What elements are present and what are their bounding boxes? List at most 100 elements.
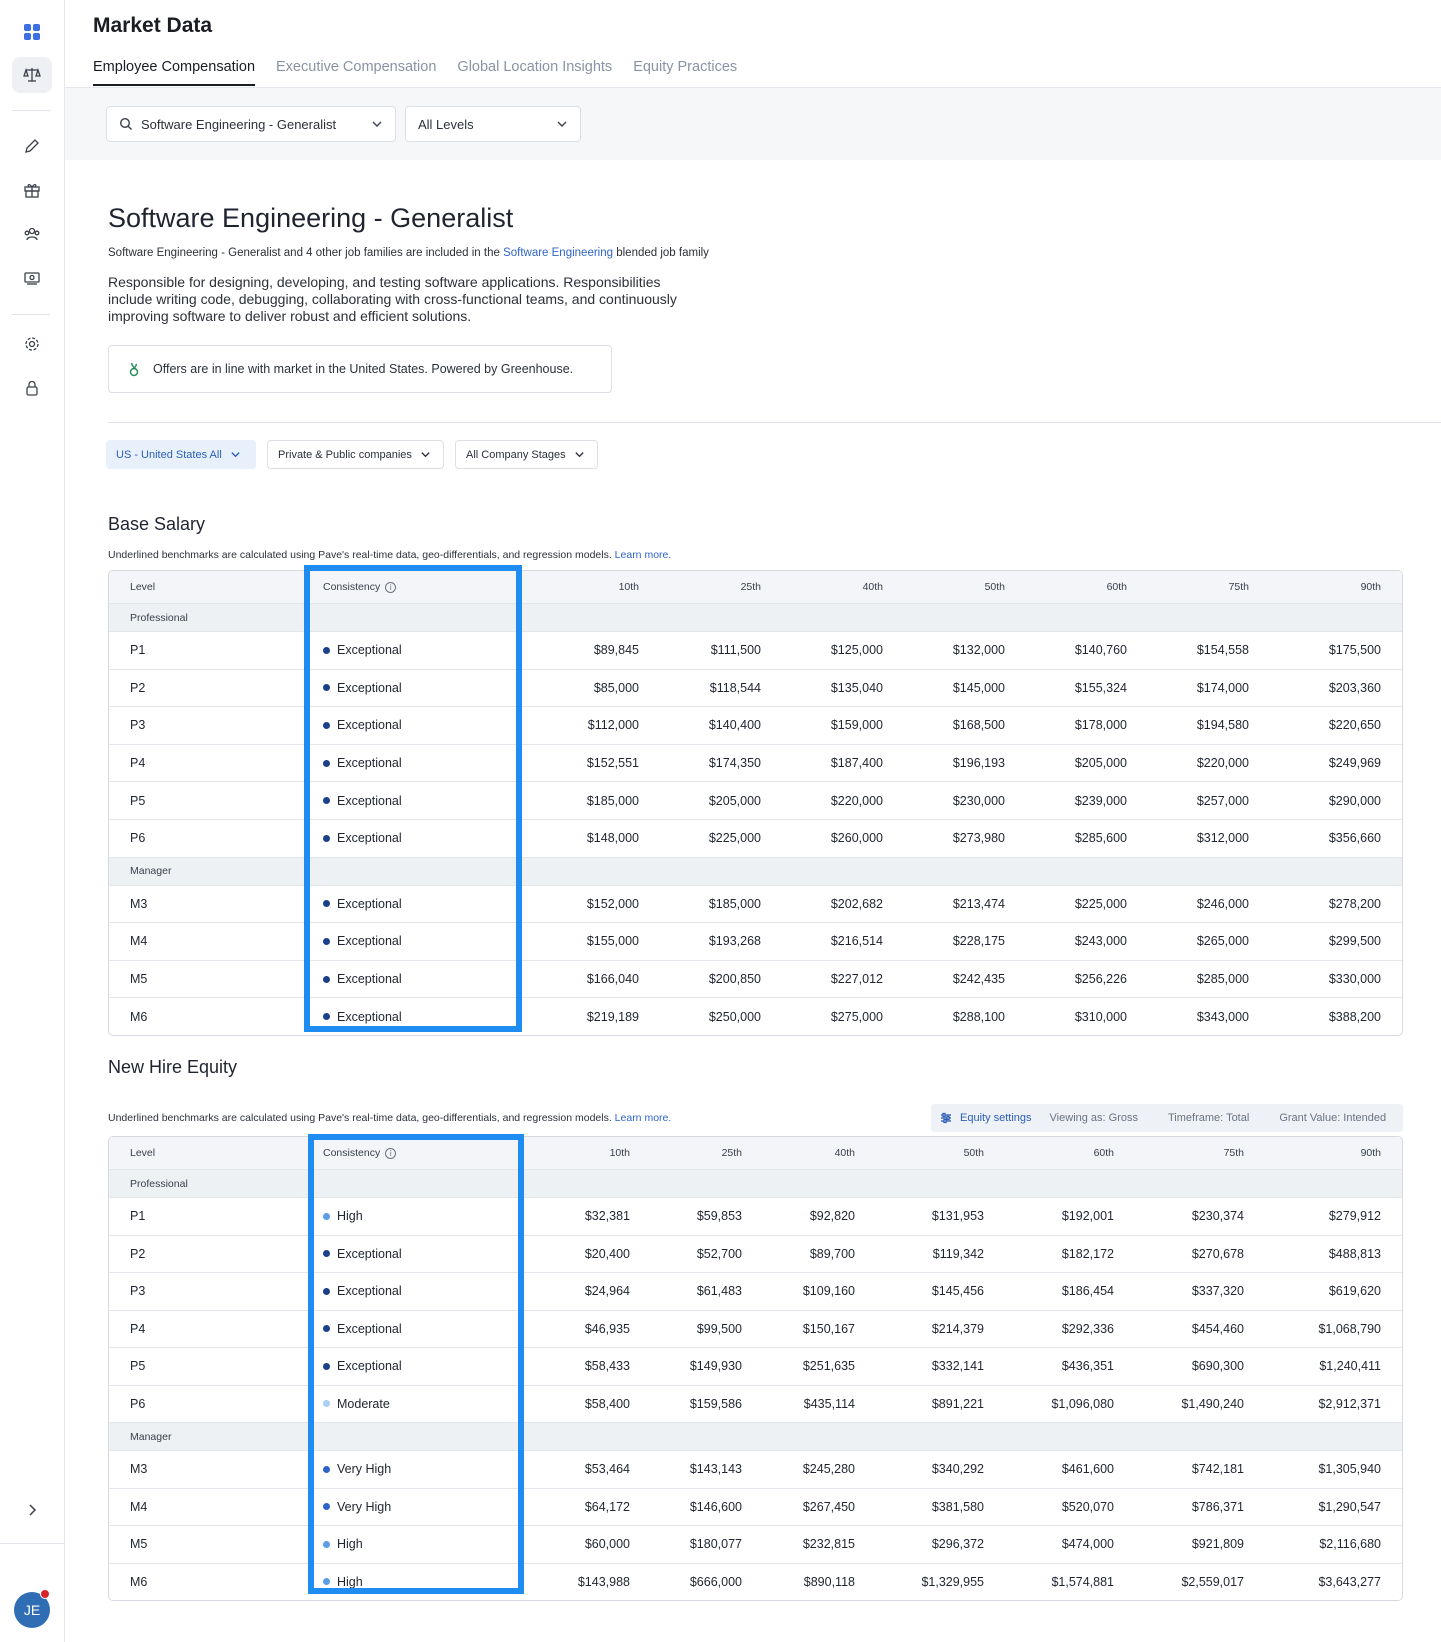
value-cell-90th: $220,650 <box>1328 718 1381 733</box>
level-cell: M3 <box>130 1462 148 1477</box>
table-row: P1 High $32,381 $59,853 $92,820 $131,953 $192,… <box>109 1197 1402 1235</box>
level-cell: P1 <box>130 1209 146 1224</box>
value-cell-50th: $340,292 <box>931 1462 984 1477</box>
value-cell-25th: $59,853 <box>696 1209 742 1224</box>
column-header-60th: 60th <box>1093 1147 1114 1159</box>
money-icon[interactable] <box>12 260 52 296</box>
job-family-select[interactable]: Software Engineering - Generalist <box>106 106 396 142</box>
value-cell-50th: $273,980 <box>952 831 1005 846</box>
learn-more-link[interactable]: Learn more. <box>615 549 672 561</box>
value-cell-10th: $58,400 <box>584 1396 630 1411</box>
value-cell-50th: $1,329,955 <box>921 1574 984 1589</box>
value-cell-25th: $146,600 <box>689 1499 742 1514</box>
group-row-manager: Manager <box>109 856 1402 885</box>
value-cell-40th: $159,000 <box>830 718 883 733</box>
table-row: M6 Exceptional $219,189 $250,000 $275,000 $28… <box>109 997 1402 1035</box>
gift-icon[interactable] <box>12 172 52 208</box>
value-cell-75th: $454,460 <box>1191 1321 1244 1336</box>
value-cell-40th: $150,167 <box>802 1321 855 1336</box>
blended-family-link[interactable]: Software Engineering <box>503 247 613 259</box>
value-cell-60th: $186,454 <box>1061 1284 1114 1299</box>
value-cell-10th: $85,000 <box>593 680 639 695</box>
table-row: M3 Very High $53,464 $143,143 $245,280 $340,2… <box>109 1450 1402 1488</box>
value-cell-60th: $310,000 <box>1074 1009 1127 1024</box>
column-header-60th: 60th <box>1106 581 1127 593</box>
tab-employee-compensation[interactable]: Employee Compensation <box>93 59 256 86</box>
value-cell-90th: $1,240,411 <box>1319 1359 1381 1374</box>
team-icon[interactable] <box>12 216 52 252</box>
value-cell-75th: $690,300 <box>1191 1359 1244 1374</box>
value-cell-10th: $155,000 <box>586 934 639 949</box>
value-cell-60th: $205,000 <box>1074 756 1127 771</box>
level-cell: M6 <box>130 1574 148 1589</box>
tab-executive-compensation[interactable]: Executive Compensation <box>276 59 436 86</box>
search-icon <box>119 117 132 130</box>
value-cell-50th: $230,000 <box>952 793 1005 808</box>
value-cell-25th: $143,143 <box>689 1462 742 1477</box>
table-row: P6 Moderate $58,400 $159,586 $435,114 $891,22… <box>109 1384 1402 1423</box>
new-hire-equity-table: Level Consistency i 10th 25th 40th 50th 60th 75t… <box>108 1136 1403 1601</box>
value-cell-75th: $257,000 <box>1196 793 1249 808</box>
value-cell-75th: $312,000 <box>1196 831 1249 846</box>
level-cell: M5 <box>130 972 148 987</box>
column-header-10th: 10th <box>609 1147 630 1159</box>
value-cell-10th: $219,189 <box>586 1009 639 1024</box>
table-row: M5 Exceptional $166,040 $200,850 $227,012 $24… <box>109 959 1402 998</box>
value-cell-90th: $203,360 <box>1328 680 1381 695</box>
viewing-as: Viewing as: Gross <box>1049 1112 1138 1124</box>
level-cell: P2 <box>130 1246 146 1261</box>
company-type-filter-chip[interactable]: Private & Public companies <box>267 440 444 469</box>
value-cell-40th: $187,400 <box>830 756 883 771</box>
levels-select[interactable]: All Levels <box>405 106 581 142</box>
job-subtitle-pre: Software Engineering - Generalist and 4 … <box>108 247 504 259</box>
value-cell-10th: $58,433 <box>584 1359 630 1374</box>
value-cell-90th: $388,200 <box>1328 1009 1381 1024</box>
job-title: Software Engineering - Generalist <box>108 203 514 233</box>
job-family-value: Software Engineering - Generalist <box>141 116 337 132</box>
value-cell-10th: $166,040 <box>586 972 639 987</box>
column-header-50th: 50th <box>984 581 1005 593</box>
value-cell-75th: $343,000 <box>1196 1009 1249 1024</box>
value-cell-40th: $92,820 <box>809 1209 855 1224</box>
value-cell-25th: $200,850 <box>708 972 761 987</box>
column-header-level: Level <box>130 581 156 593</box>
equity-settings-button[interactable]: Equity settings <box>940 1112 1032 1124</box>
app-grid-icon[interactable] <box>12 14 52 50</box>
table-row: P4 Exceptional $46,935 $99,500 $150,167 $214,… <box>109 1309 1402 1348</box>
tab-equity-practices[interactable]: Equity Practices <box>633 59 737 86</box>
group-row-professional: Professional <box>109 603 1402 631</box>
value-cell-90th: $356,660 <box>1328 831 1381 846</box>
lock-icon[interactable] <box>12 370 52 406</box>
value-cell-50th: $242,435 <box>952 972 1005 987</box>
market-notice: Offers are in line with market in the Un… <box>108 345 612 393</box>
pencil-icon[interactable] <box>12 128 52 164</box>
value-cell-50th: $145,456 <box>931 1284 984 1299</box>
value-cell-25th: $250,000 <box>708 1009 761 1024</box>
new-hire-equity-note: Underlined benchmarks are calculated usi… <box>108 1112 671 1124</box>
learn-more-link[interactable]: Learn more. <box>615 1112 672 1124</box>
value-cell-75th: $220,000 <box>1196 756 1249 771</box>
value-cell-60th: $436,351 <box>1061 1359 1114 1374</box>
avatar-initials: JE <box>23 1602 41 1618</box>
scale-icon[interactable] <box>12 57 52 93</box>
level-cell: P1 <box>130 643 146 658</box>
tab-bar: Employee Compensation Executive Compensa… <box>93 59 758 86</box>
tab-global-location-insights[interactable]: Global Location Insights <box>457 59 612 86</box>
company-stage-filter-chip[interactable]: All Company Stages <box>455 440 598 469</box>
value-cell-75th: $742,181 <box>1191 1462 1244 1477</box>
value-cell-50th: $119,342 <box>932 1246 984 1261</box>
expand-chevron-icon[interactable] <box>12 1492 52 1528</box>
value-cell-60th: $285,600 <box>1074 831 1127 846</box>
value-cell-10th: $89,845 <box>593 643 639 658</box>
base-salary-note: Underlined benchmarks are calculated usi… <box>108 549 671 561</box>
location-filter-chip[interactable]: US - United States All <box>106 440 256 469</box>
value-cell-50th: $145,000 <box>952 680 1005 695</box>
group-label: Professional <box>130 611 188 624</box>
chevron-down-icon <box>557 121 567 127</box>
value-cell-60th: $239,000 <box>1074 793 1127 808</box>
value-cell-90th: $279,912 <box>1328 1209 1381 1224</box>
gear-icon[interactable] <box>12 326 52 362</box>
value-cell-75th: $786,371 <box>1191 1499 1244 1514</box>
level-cell: P2 <box>130 680 146 695</box>
table-row: P5 Exceptional $58,433 $149,930 $251,635 $332… <box>109 1347 1402 1385</box>
